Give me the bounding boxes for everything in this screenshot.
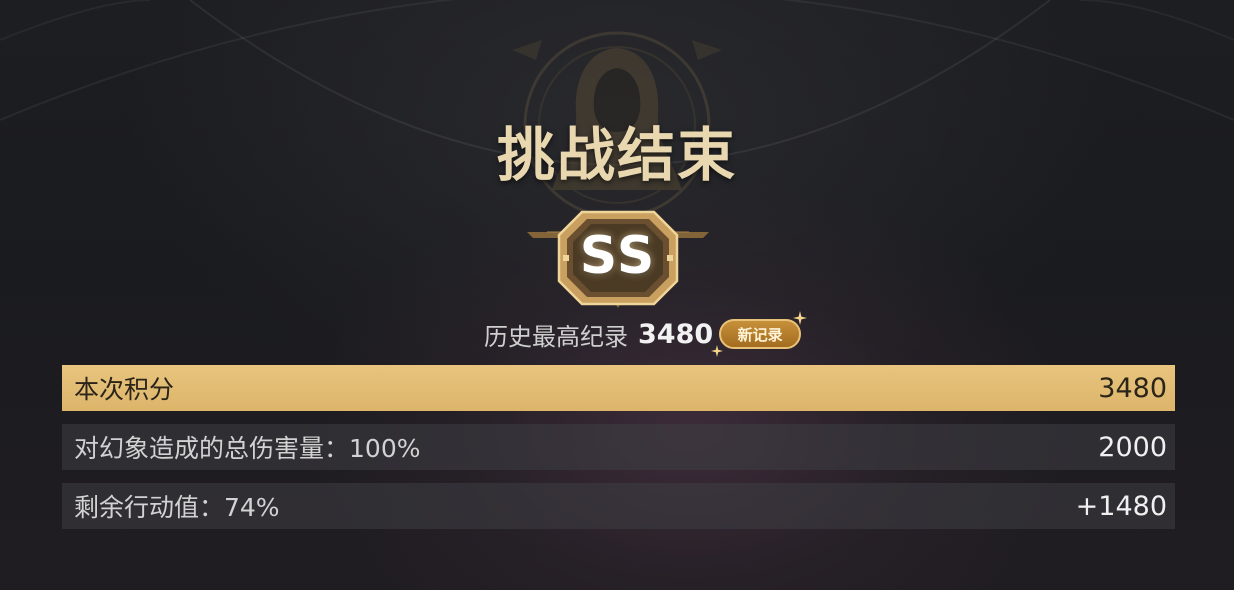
score-row-value: +1480: [1075, 490, 1167, 522]
score-row-label: 对幻象造成的总伤害量：100%: [74, 434, 421, 463]
score-row-label: 剩余行动值：74%: [74, 493, 280, 522]
best-record-row: 历史最高纪录 3480 新记录: [484, 311, 808, 357]
new-record-text: 新记录: [737, 325, 783, 344]
sparkle-icon: [711, 345, 724, 357]
rank-grade-text: SS: [579, 226, 657, 286]
score-row-label: 本次积分: [74, 375, 175, 404]
best-record-value: 3480: [638, 318, 714, 350]
best-record-label: 历史最高纪录: [484, 322, 628, 351]
score-row-remaining-action: 剩余行动值：74% +1480: [62, 483, 1175, 529]
score-row-total: 本次积分 3480: [62, 365, 1175, 411]
score-breakdown-table: 本次积分 3480 对幻象造成的总伤害量：100% 2000 剩余行动值：74%…: [62, 365, 1175, 542]
new-record-pill: 新记录: [719, 319, 802, 349]
challenge-end-title: 挑战结束: [496, 121, 737, 189]
score-row-value: 2000: [1098, 431, 1167, 463]
score-row-value: 3480: [1098, 372, 1167, 404]
sparkle-icon: [793, 311, 808, 325]
score-row-damage: 对幻象造成的总伤害量：100% 2000: [62, 424, 1175, 470]
new-record-badge: 新记录: [711, 311, 808, 357]
